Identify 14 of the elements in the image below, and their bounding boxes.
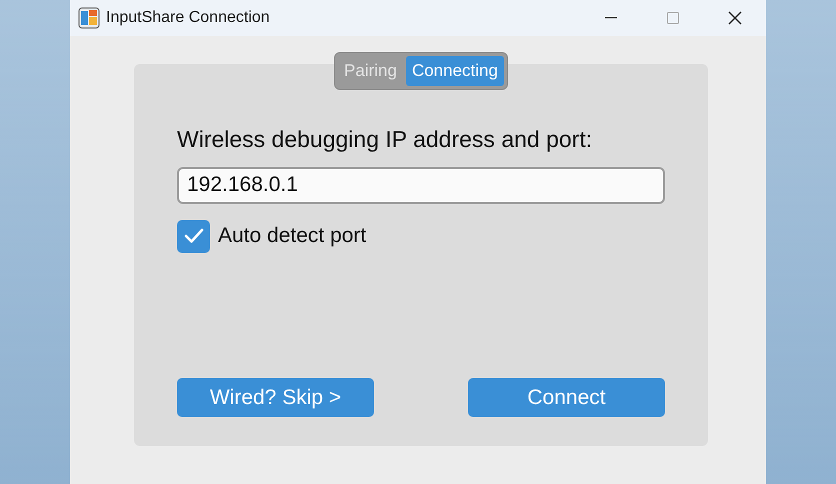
- field-label: Wireless debugging IP address and port:: [177, 125, 594, 154]
- tab[interactable]: Pairing: [338, 56, 403, 86]
- window-title: InputShare Connection: [106, 8, 270, 28]
- skip-button[interactable]: Wired? Skip >: [177, 378, 374, 417]
- tab[interactable]: Connecting: [406, 56, 504, 86]
- app-icon: [78, 7, 100, 29]
- checkbox-label: Auto detect port: [218, 223, 366, 250]
- close-icon: [728, 11, 742, 25]
- checkmark-icon: [184, 228, 204, 244]
- minimize-icon: [605, 17, 617, 19]
- connect-button[interactable]: Connect: [468, 378, 665, 417]
- input-field[interactable]: 192.168.0.1: [177, 166, 665, 204]
- checkbox[interactable]: [177, 220, 210, 252]
- maximize-icon: [667, 12, 679, 24]
